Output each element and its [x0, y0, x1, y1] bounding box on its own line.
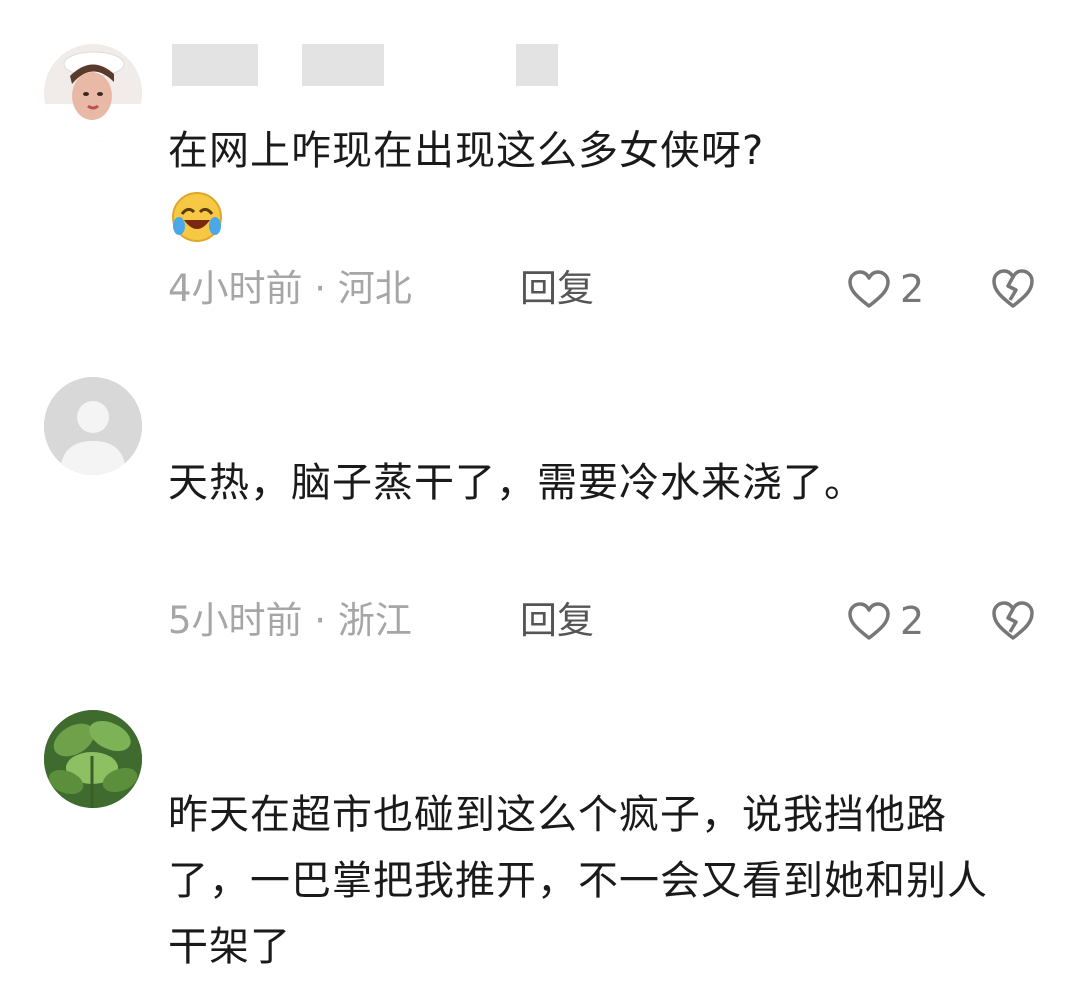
plant-photo-avatar-image: [44, 710, 142, 808]
comment-text: 昨天在超市也碰到这么个疯子，说我挡他路了，一巴掌把我推开，不一会又看到她和别人干…: [168, 792, 988, 970]
comment-page: { "comments": [ { "avatar": "user-photo-…: [0, 0, 1080, 1000]
comment-item: 昨天在超市也碰到这么个疯子，说我挡他路了，一巴掌把我推开，不一会又看到她和别人干…: [0, 0, 1080, 1000]
avatar[interactable]: [44, 710, 142, 808]
